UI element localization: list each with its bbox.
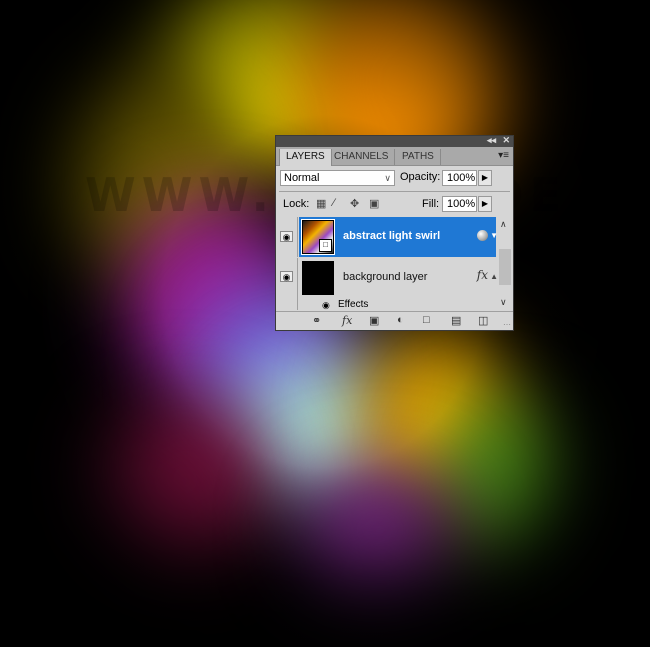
layers-panel: ◂◂ ✕ LAYERS CHANNELS PATHS ▾≡ Normal ∨ O… bbox=[275, 135, 514, 331]
lock-all-icon[interactable]: ▣ bbox=[369, 197, 379, 210]
visibility-cell[interactable]: ◉ bbox=[276, 217, 298, 257]
layer-thumbnail bbox=[302, 261, 334, 295]
blend-mode-value: Normal bbox=[284, 172, 320, 184]
layers-scrollbar[interactable]: ∧ ∨ bbox=[497, 217, 513, 310]
blend-row: Normal ∨ Opacity: 100% ▶ bbox=[276, 166, 513, 190]
eye-icon[interactable]: ◉ bbox=[280, 231, 293, 242]
add-layer-style-icon[interactable]: fx bbox=[342, 314, 352, 327]
chevron-down-icon: ∨ bbox=[384, 173, 391, 183]
add-mask-icon[interactable]: ▣ bbox=[369, 314, 379, 327]
panel-tabs: LAYERS CHANNELS PATHS ▾≡ bbox=[276, 147, 513, 166]
layers-list: ◉ □ abstract light swirl ▼ ◉ background … bbox=[276, 217, 513, 310]
lock-move-icon[interactable]: ✥ bbox=[350, 197, 359, 210]
opacity-slider-button[interactable]: ▶ bbox=[478, 170, 492, 186]
tab-channels[interactable]: CHANNELS bbox=[328, 149, 396, 165]
tab-layers[interactable]: LAYERS bbox=[279, 149, 332, 166]
lock-label: Lock: bbox=[283, 198, 310, 210]
resize-grip-icon[interactable]: ⋯ bbox=[503, 320, 511, 329]
divider bbox=[279, 191, 510, 192]
effects-label: Effects bbox=[338, 299, 369, 310]
lock-row: Lock: ▦ ∕ ✥ ▣ Fill: 100% ▶ bbox=[276, 193, 513, 217]
collapse-icon[interactable]: ◂◂ bbox=[487, 135, 496, 146]
link-layers-icon[interactable]: ⚭ bbox=[312, 314, 321, 327]
tab-paths[interactable]: PATHS bbox=[396, 149, 441, 165]
layer-name: background layer bbox=[343, 271, 428, 283]
smart-filter-icon[interactable] bbox=[477, 230, 488, 241]
scroll-up-icon[interactable]: ∧ bbox=[500, 219, 507, 230]
fill-input[interactable]: 100% bbox=[442, 196, 477, 212]
layer-row-abstract-light-swirl[interactable]: □ abstract light swirl ▼ bbox=[299, 217, 498, 257]
fill-label: Fill: bbox=[422, 198, 440, 210]
eye-icon[interactable]: ◉ bbox=[280, 271, 293, 282]
close-icon[interactable]: ✕ bbox=[502, 135, 510, 146]
scroll-down-icon[interactable]: ∨ bbox=[500, 297, 507, 308]
panel-bottom-toolbar: ⚭ fx ▣ ◐ □ ▤ ◫ ⋯ bbox=[276, 311, 513, 330]
new-adjustment-layer-icon[interactable]: ◐ bbox=[397, 314, 404, 326]
scrollbar-thumb[interactable] bbox=[499, 249, 511, 285]
smart-object-icon: □ bbox=[319, 239, 332, 252]
effects-eye-icon[interactable]: ◉ bbox=[322, 300, 330, 310]
lock-paint-brush-icon[interactable]: ∕ bbox=[333, 197, 335, 209]
new-group-icon[interactable]: □ bbox=[423, 314, 430, 326]
layer-name: abstract light swirl bbox=[343, 230, 441, 242]
opacity-input[interactable]: 100% bbox=[442, 170, 477, 186]
fill-slider-button[interactable]: ▶ bbox=[478, 196, 492, 212]
delete-layer-icon[interactable]: ◫ bbox=[478, 314, 488, 327]
layer-thumbnail: □ bbox=[301, 219, 335, 255]
lock-transparent-icon[interactable]: ▦ bbox=[316, 197, 326, 210]
blend-mode-select[interactable]: Normal ∨ bbox=[280, 170, 395, 186]
opacity-label: Opacity: bbox=[400, 171, 441, 183]
new-layer-icon[interactable]: ▤ bbox=[451, 314, 461, 327]
visibility-cell[interactable]: ◉ bbox=[276, 258, 298, 310]
layer-row-background-layer[interactable]: background layer fx ▲ bbox=[299, 258, 498, 298]
panel-titlebar[interactable]: ◂◂ ✕ bbox=[276, 135, 513, 147]
panel-menu-icon[interactable]: ▾≡ bbox=[498, 150, 509, 161]
fx-icon[interactable]: fx bbox=[477, 268, 488, 282]
